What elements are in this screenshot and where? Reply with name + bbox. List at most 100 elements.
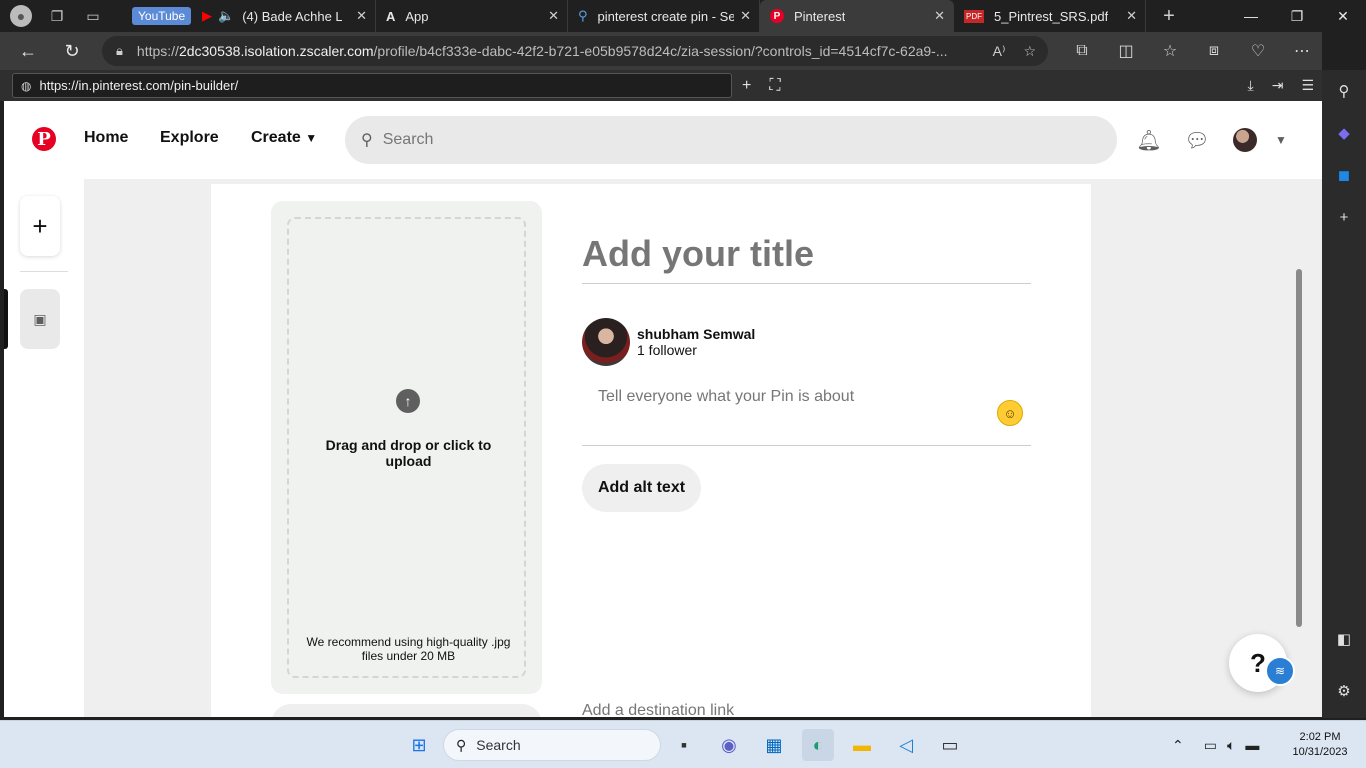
battery-icon[interactable]: ▬: [1245, 737, 1259, 753]
minimize-icon[interactable]: —: [1228, 0, 1274, 32]
profile-icon[interactable]: ●: [10, 5, 32, 27]
speaker-icon[interactable]: 🔈: [218, 8, 234, 24]
plus-icon[interactable]: +: [742, 77, 751, 95]
favorite-star-icon[interactable]: ☆: [1023, 43, 1036, 60]
pin-author: shubham Semwal 1 follower: [582, 318, 755, 366]
tab-bing-search[interactable]: ⚲ pinterest create pin - Se ✕: [568, 0, 760, 32]
description-input[interactable]: [598, 388, 978, 406]
refresh-icon[interactable]: ↻: [50, 32, 94, 70]
tab-group-youtube[interactable]: YouTube: [126, 0, 192, 32]
pin-builder-body: + ▣ ↑ Drag and drop or click to upload W…: [4, 179, 1322, 717]
restore-icon[interactable]: ❐: [1274, 0, 1320, 32]
edge-browser-icon[interactable]: ◐: [802, 729, 834, 761]
search-icon[interactable]: ⚲: [1322, 70, 1366, 112]
copilot-icon[interactable]: ◆: [1322, 112, 1366, 154]
volume-icon[interactable]: 🔈︎: [1227, 737, 1235, 754]
favorites-icon[interactable]: ☆: [1148, 41, 1192, 61]
tab-actions-icon[interactable]: ▭: [82, 5, 104, 27]
workspaces-icon[interactable]: ❐: [46, 5, 68, 27]
save-from-site-button[interactable]: [271, 704, 542, 717]
read-aloud-icon[interactable]: A⁾: [993, 43, 1006, 60]
windows-start-icon[interactable]: ⊞: [403, 729, 435, 761]
lock-icon[interactable]: 🔒︎: [116, 43, 123, 59]
taskbar-clock[interactable]: 2:02 PM 10/31/2023: [1280, 730, 1360, 760]
windows-taskbar: ⊞ ⚲ Search ▪ ◉ ▦ ◐ ▬ ◁ ▭ ⌃ ▭ 🔈︎ ▬ 2:02 P…: [0, 720, 1366, 768]
terminal-icon[interactable]: ▭: [934, 729, 966, 761]
new-tab-icon[interactable]: +: [1158, 5, 1180, 27]
exit-isolation-icon[interactable]: ⇥: [1272, 77, 1284, 94]
more-menu-icon[interactable]: ⋯: [1280, 41, 1324, 61]
address-bar[interactable]: 🔒︎ https://2dc30538.isolation.zscaler.co…: [102, 36, 1048, 66]
messages-icon[interactable]: 💬︎: [1184, 127, 1210, 153]
task-view-icon[interactable]: ▪: [668, 729, 700, 761]
create-new-pin-button[interactable]: +: [20, 196, 60, 256]
outlook-icon[interactable]: ◼: [1322, 154, 1366, 196]
nav-create[interactable]: Create ▼: [251, 129, 317, 147]
network-icon[interactable]: ▭: [1204, 737, 1217, 754]
close-window-icon[interactable]: ✕: [1320, 0, 1366, 32]
close-tab-icon[interactable]: ✕: [934, 8, 945, 24]
account-chevron-down-icon[interactable]: ▼: [1268, 127, 1294, 153]
close-tab-icon[interactable]: ✕: [356, 8, 367, 24]
split-screen-icon[interactable]: ◫: [1104, 41, 1148, 61]
hamburger-menu-icon[interactable]: ☰: [1301, 77, 1314, 94]
sidebar-layout-icon[interactable]: ◧: [1322, 618, 1366, 660]
clock-time: 2:02 PM: [1299, 731, 1341, 743]
app-icon: A: [386, 8, 396, 24]
nav-home[interactable]: Home: [84, 129, 128, 147]
tab-group-label[interactable]: YouTube: [132, 7, 192, 25]
address-url[interactable]: https://2dc30538.isolation.zscaler.com/p…: [137, 43, 957, 59]
chevron-down-icon: ▼: [305, 131, 318, 145]
browser-tab-strip: ● ❐ ▭ YouTube ▶ 🔈 (4) Bade Achhe Lag ✕ A…: [0, 0, 1366, 32]
close-tab-icon[interactable]: ✕: [548, 8, 559, 24]
performance-icon[interactable]: ♡: [1236, 41, 1280, 61]
zscaler-badge-icon[interactable]: ≋: [1265, 656, 1295, 686]
nav-explore[interactable]: Explore: [160, 129, 219, 147]
browser-toolbar: ← ↻ 🔒︎ https://2dc30538.isolation.zscale…: [0, 32, 1322, 70]
avatar[interactable]: [1233, 128, 1257, 152]
upload-area[interactable]: ↑ Drag and drop or click to upload We re…: [271, 201, 542, 694]
title-input[interactable]: [582, 232, 1031, 276]
page-viewport: P Home Explore Create ▼ ⚲ 🔔︎ 💬︎ ▼ + ▣ ↑ …: [4, 101, 1322, 717]
destination-link-field[interactable]: Add a destination link: [582, 702, 734, 717]
close-tab-icon[interactable]: ✕: [1126, 8, 1137, 24]
tab-youtube[interactable]: ▶ 🔈 (4) Bade Achhe Lag ✕: [192, 0, 376, 32]
back-icon[interactable]: ←: [6, 32, 50, 70]
settings-gear-icon[interactable]: ⚙: [1322, 670, 1366, 712]
draft-image-icon[interactable]: ▣: [20, 289, 60, 349]
download-icon[interactable]: ⤓: [1248, 77, 1254, 94]
follower-count: 1 follower: [637, 342, 697, 358]
pinterest-logo-icon[interactable]: P: [32, 127, 56, 151]
teams-chat-icon[interactable]: ◉: [713, 729, 745, 761]
search-bar[interactable]: ⚲: [345, 116, 1117, 164]
file-explorer-icon[interactable]: ▬: [846, 729, 878, 761]
emoji-picker-icon[interactable]: ☺: [997, 400, 1023, 426]
collections-icon[interactable]: ⧈: [1192, 42, 1236, 60]
tray-chevron-up-icon[interactable]: ⌃: [1172, 737, 1184, 754]
close-tab-icon[interactable]: ✕: [740, 8, 751, 24]
notifications-bell-icon[interactable]: 🔔︎: [1136, 127, 1162, 153]
title-field[interactable]: [582, 232, 1031, 284]
add-sidebar-app-icon[interactable]: +: [1322, 196, 1366, 238]
description-field[interactable]: ☺: [582, 384, 1031, 446]
pinterest-icon: P: [770, 9, 784, 23]
tab-app[interactable]: A App ✕: [376, 0, 568, 32]
isolation-url-field[interactable]: ◍ https://in.pinterest.com/pin-builder/: [12, 73, 732, 98]
tab-title: App: [405, 8, 429, 24]
fullscreen-icon[interactable]: ⛶: [769, 77, 780, 95]
tab-pinterest[interactable]: P Pinterest ✕: [760, 0, 954, 32]
isolation-bar: ◍ https://in.pinterest.com/pin-builder/ …: [0, 70, 1322, 101]
upload-dropzone[interactable]: ↑ Drag and drop or click to upload We re…: [287, 217, 526, 678]
globe-icon: ◍: [21, 78, 32, 93]
clock-date: 10/31/2023: [1292, 746, 1348, 758]
taskbar-search[interactable]: ⚲ Search: [443, 729, 661, 761]
youtube-icon: ▶: [202, 8, 212, 23]
add-alt-text-button[interactable]: Add alt text: [582, 464, 701, 512]
avatar: [582, 318, 630, 366]
store-icon[interactable]: ▦: [758, 729, 790, 761]
search-input[interactable]: [382, 131, 1083, 149]
tab-pdf[interactable]: PDF 5_Pintrest_SRS.pdf ✕: [954, 0, 1146, 32]
scrollbar-thumb[interactable]: [1296, 269, 1302, 627]
extensions-icon[interactable]: ⧉: [1060, 42, 1104, 60]
vscode-icon[interactable]: ◁: [890, 729, 922, 761]
